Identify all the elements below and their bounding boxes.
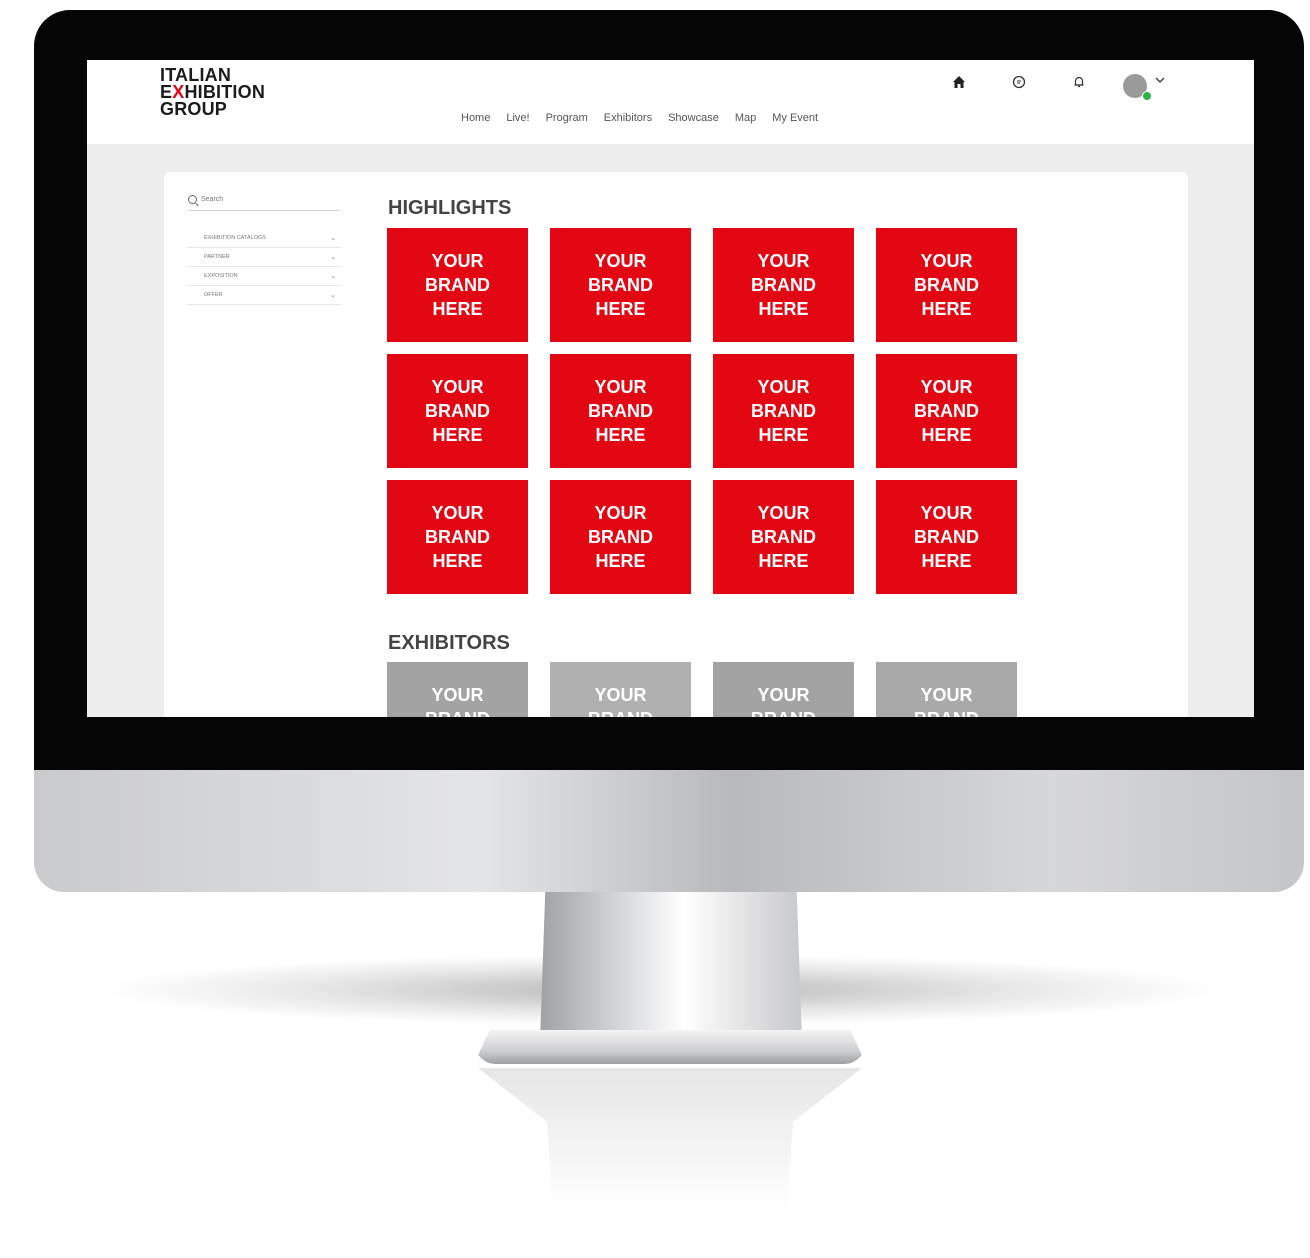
monitor-stand-neck [540, 892, 802, 1042]
bell-icon[interactable] [1071, 74, 1087, 95]
highlight-tile[interactable]: YOUR BRAND HERE [876, 354, 1017, 468]
tile-text: YOUR BRAND HERE [588, 685, 653, 717]
exhibitor-tile[interactable]: YOUR BRAND HERE [876, 662, 1017, 717]
highlights-grid: YOUR BRAND HERE YOUR BRAND HERE YOUR BRAND… [387, 228, 1017, 594]
highlight-tile[interactable]: YOUR BRAND HERE [713, 228, 854, 342]
filter-label: OFFER [204, 292, 223, 298]
online-status-dot [1142, 91, 1152, 101]
exhibitors-grid: YOUR BRAND HERE YOUR BRAND HERE YOUR BRAND… [387, 662, 1017, 717]
exhibitor-tile[interactable]: YOUR BRAND HERE [550, 662, 691, 717]
highlight-tile[interactable]: YOUR BRAND HERE [387, 228, 528, 342]
highlight-tile[interactable]: YOUR BRAND HERE [550, 354, 691, 468]
filter-exhibition-catalogs[interactable]: EXHIBITION CATALOGS ⌄ [188, 229, 340, 248]
stand-reflection [478, 1068, 862, 1248]
top-bar: ITALIAN EXHIBITION GROUP Home Live! Prog… [87, 60, 1254, 144]
chat-icon[interactable] [1011, 74, 1027, 95]
nav-showcase[interactable]: Showcase [668, 112, 719, 124]
chevron-down-icon: ⌄ [330, 292, 336, 299]
filter-label: PARTNER [204, 254, 230, 260]
nav-map[interactable]: Map [735, 112, 756, 124]
filter-sidebar: EXHIBITION CATALOGS ⌄ PARTNER ⌄ EXPOSITI… [188, 192, 340, 305]
nav-home[interactable]: Home [461, 112, 490, 124]
tile-text: YOUR BRAND HERE [425, 377, 490, 445]
tile-text: YOUR BRAND HERE [425, 685, 490, 717]
tile-text: YOUR BRAND HERE [751, 251, 816, 319]
monitor-chin [34, 770, 1304, 892]
chevron-down-icon: ⌄ [330, 235, 336, 242]
monitor-screen: ITALIAN EXHIBITION GROUP Home Live! Prog… [87, 60, 1254, 717]
logo-line-3: GROUP [160, 99, 228, 119]
chevron-down-icon: ⌄ [330, 273, 336, 280]
main-nav: Home Live! Program Exhibitors Showcase M… [461, 112, 818, 124]
tile-text: YOUR BRAND HERE [588, 377, 653, 445]
tile-text: YOUR BRAND HERE [588, 251, 653, 319]
exhibitors-title: EXHIBITORS [388, 632, 510, 654]
nav-live[interactable]: Live! [506, 112, 529, 124]
chevron-down-icon: ⌄ [330, 254, 336, 261]
highlight-tile[interactable]: YOUR BRAND HERE [713, 354, 854, 468]
filter-partner[interactable]: PARTNER ⌄ [188, 248, 340, 267]
tile-text: YOUR BRAND HERE [914, 503, 979, 571]
highlight-tile[interactable]: YOUR BRAND HERE [387, 354, 528, 468]
filter-offer[interactable]: OFFER ⌄ [188, 286, 340, 305]
highlight-tile[interactable]: YOUR BRAND HERE [876, 480, 1017, 594]
exhibitor-tile[interactable]: YOUR BRAND HERE [387, 662, 528, 717]
search-icon [188, 194, 197, 204]
highlight-tile[interactable]: YOUR BRAND HERE [387, 480, 528, 594]
nav-exhibitors[interactable]: Exhibitors [604, 112, 652, 124]
tile-text: YOUR BRAND HERE [425, 503, 490, 571]
highlight-tile[interactable]: YOUR BRAND HERE [713, 480, 854, 594]
site-logo[interactable]: ITALIAN EXHIBITION GROUP [160, 66, 265, 119]
nav-my-event[interactable]: My Event [772, 112, 818, 124]
nav-program[interactable]: Program [546, 112, 588, 124]
monitor-stand-base [474, 1030, 866, 1064]
filter-list: EXHIBITION CATALOGS ⌄ PARTNER ⌄ EXPOSITI… [188, 229, 340, 305]
tile-text: YOUR BRAND HERE [751, 685, 816, 717]
highlight-tile[interactable]: YOUR BRAND HERE [550, 480, 691, 594]
exhibitor-tile[interactable]: YOUR BRAND HERE [713, 662, 854, 717]
chevron-down-icon[interactable] [1154, 74, 1166, 89]
highlights-title: HIGHLIGHTS [388, 197, 512, 219]
tile-text: YOUR BRAND HERE [425, 251, 490, 319]
tile-text: YOUR BRAND HERE [751, 377, 816, 445]
tile-text: YOUR BRAND HERE [588, 503, 653, 571]
tile-text: YOUR BRAND HERE [914, 251, 979, 319]
search-box [188, 192, 340, 211]
home-icon[interactable] [951, 74, 967, 95]
tile-text: YOUR BRAND HERE [914, 377, 979, 445]
main-content: EXHIBITION CATALOGS ⌄ PARTNER ⌄ EXPOSITI… [164, 172, 1188, 717]
tile-text: YOUR BRAND HERE [751, 503, 816, 571]
filter-exposition[interactable]: EXPOSITION ⌄ [188, 267, 340, 286]
highlight-tile[interactable]: YOUR BRAND HERE [550, 228, 691, 342]
top-icons [947, 74, 1177, 104]
search-input[interactable] [201, 195, 331, 203]
filter-label: EXHIBITION CATALOGS [204, 235, 266, 241]
tile-text: YOUR BRAND HERE [914, 685, 979, 717]
filter-label: EXPOSITION [204, 273, 238, 279]
highlight-tile[interactable]: YOUR BRAND HERE [876, 228, 1017, 342]
